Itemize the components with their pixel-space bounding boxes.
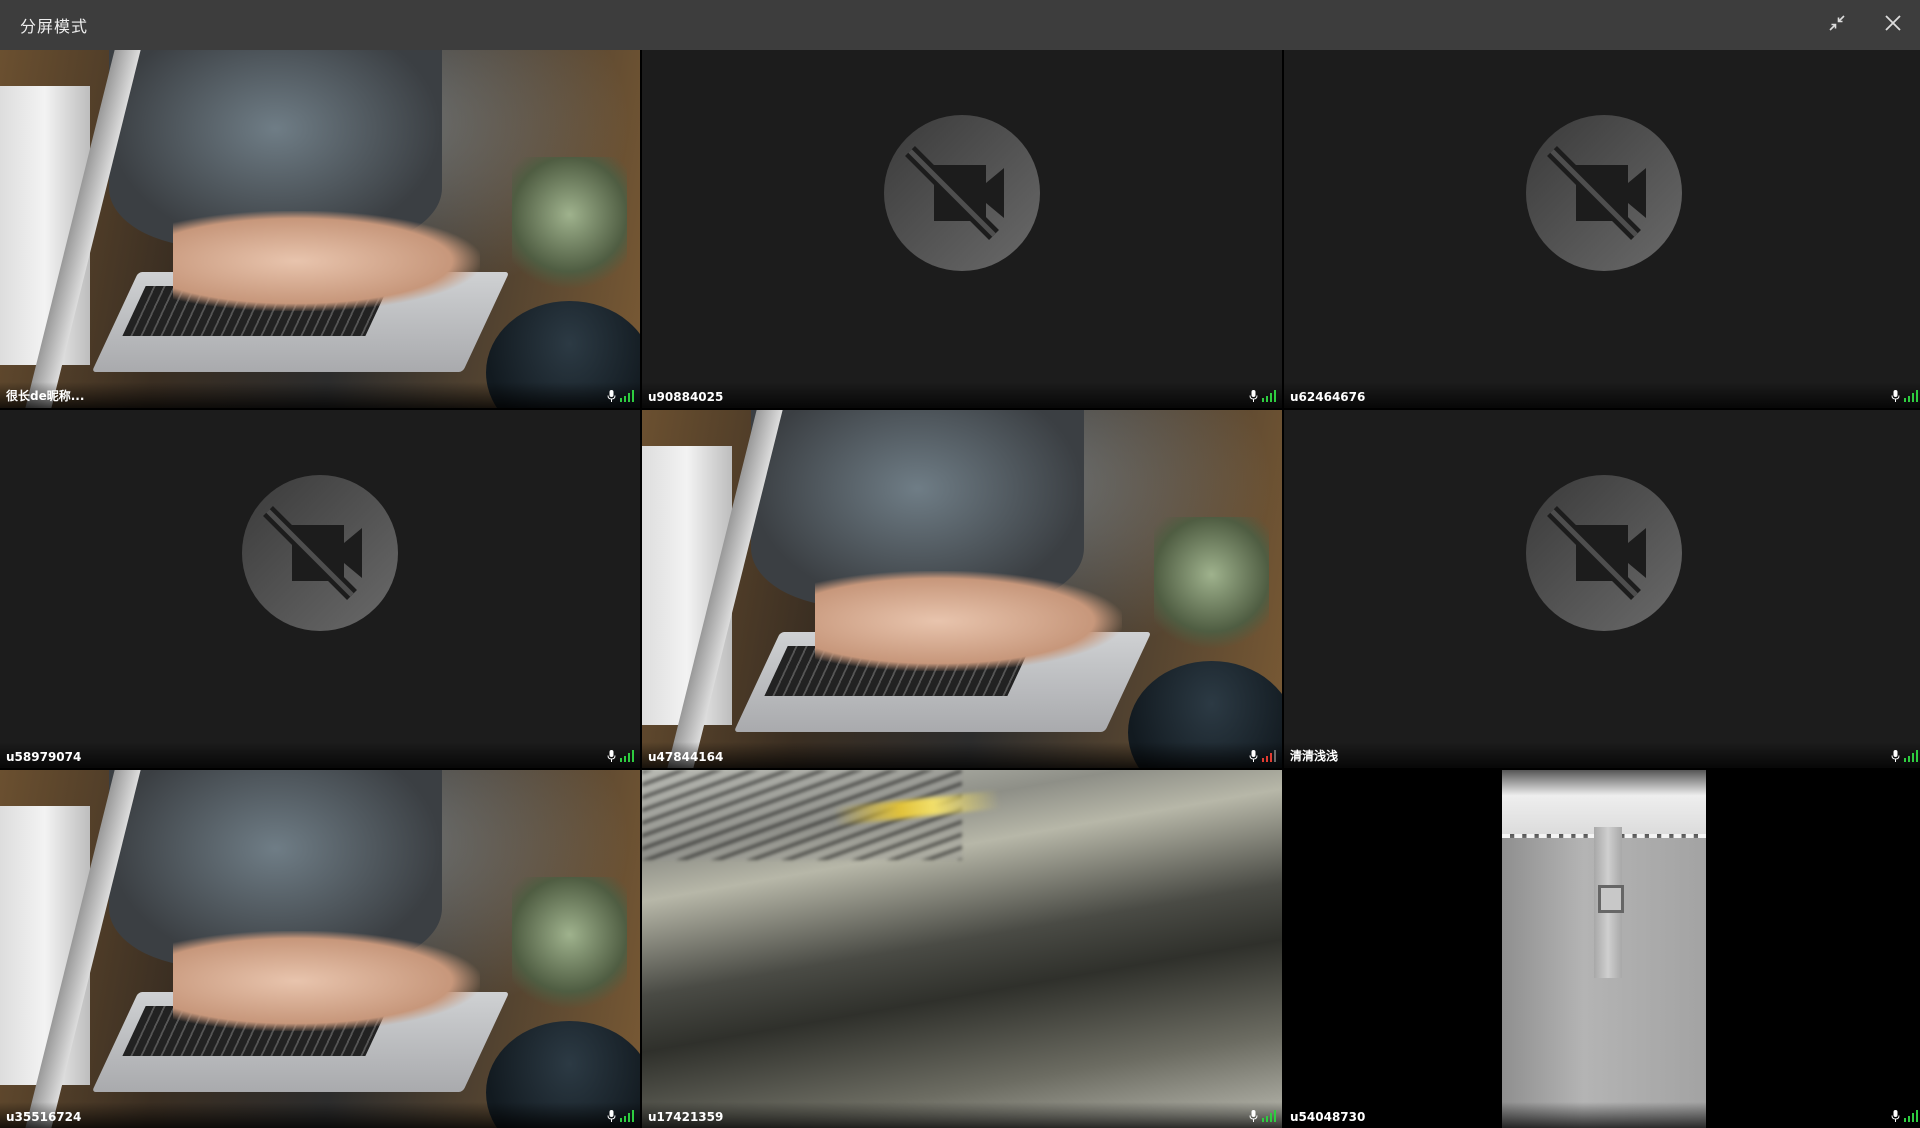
signal-strength-icon [1904, 390, 1918, 402]
microphone-icon[interactable] [1891, 1110, 1900, 1122]
participant-name: 很长de昵称... [6, 389, 85, 403]
microphone-icon[interactable] [1249, 1110, 1258, 1122]
participant-name: 清清浅浅 [1290, 749, 1339, 763]
name-bar [642, 742, 1282, 768]
participant-tile[interactable]: 很长de昵称... [0, 50, 640, 408]
video-feed [0, 50, 640, 408]
signal-strength-icon [1904, 750, 1918, 762]
signal-strength-icon [1904, 1110, 1918, 1122]
participant-status [607, 390, 634, 402]
signal-strength-icon [1262, 1110, 1276, 1122]
microphone-icon[interactable] [1891, 750, 1900, 762]
name-bar [1284, 742, 1920, 768]
participant-tile[interactable]: 清清浅浅 [1284, 410, 1920, 768]
participant-name: u47844164 [648, 750, 724, 764]
participant-tile[interactable]: u35516724 [0, 770, 640, 1128]
microphone-icon[interactable] [1249, 750, 1258, 762]
participant-name: u17421359 [648, 1110, 724, 1124]
name-bar [642, 1102, 1282, 1128]
participant-status [1891, 390, 1918, 402]
camera-off-icon [1524, 113, 1684, 273]
participant-tile[interactable]: u47844164 [642, 410, 1282, 768]
microphone-icon[interactable] [1891, 390, 1900, 402]
participant-status [1249, 750, 1276, 762]
microphone-icon[interactable] [607, 390, 616, 402]
name-bar [0, 1102, 640, 1128]
camera-off-icon [882, 113, 1042, 273]
camera-off-icon [1524, 473, 1684, 633]
name-bar [0, 382, 640, 408]
window-title: 分屏模式 [20, 17, 89, 36]
participant-status [607, 750, 634, 762]
video-feed [0, 770, 640, 1128]
video-grid: 很长de昵称... u90884025 u62464676 u58979074 … [0, 50, 1920, 1128]
microphone-icon[interactable] [1249, 390, 1258, 402]
participant-tile[interactable]: u17421359 [642, 770, 1282, 1128]
collapse-arrows-icon [1828, 14, 1846, 36]
name-bar [642, 382, 1282, 408]
participant-status [607, 1110, 634, 1122]
close-button[interactable] [1879, 11, 1907, 39]
name-bar [0, 742, 640, 768]
close-icon [1884, 14, 1902, 36]
name-bar [1284, 382, 1920, 408]
video-feed [642, 770, 1282, 1128]
title-bar: 分屏模式 [0, 0, 1920, 50]
participant-tile[interactable]: u62464676 [1284, 50, 1920, 408]
microphone-icon[interactable] [607, 750, 616, 762]
participant-tile[interactable]: u54048730 [1284, 770, 1920, 1128]
video-feed [642, 410, 1282, 768]
participant-status [1891, 1110, 1918, 1122]
participant-name: u62464676 [1290, 390, 1366, 404]
participant-tile[interactable]: u90884025 [642, 50, 1282, 408]
participant-status [1249, 1110, 1276, 1122]
participant-name: u54048730 [1290, 1110, 1366, 1124]
signal-strength-icon [620, 390, 634, 402]
video-feed [1502, 770, 1706, 1128]
participant-status [1891, 750, 1918, 762]
exit-split-button[interactable] [1823, 11, 1851, 39]
participant-name: u90884025 [648, 390, 724, 404]
microphone-icon[interactable] [607, 1110, 616, 1122]
participant-tile[interactable]: u58979074 [0, 410, 640, 768]
signal-strength-icon [620, 750, 634, 762]
participant-status [1249, 390, 1276, 402]
signal-strength-icon [1262, 390, 1276, 402]
signal-strength-icon [620, 1110, 634, 1122]
camera-off-icon [240, 473, 400, 633]
name-bar [1284, 1102, 1920, 1128]
signal-strength-icon [1262, 750, 1276, 762]
participant-name: u35516724 [6, 1110, 82, 1124]
participant-name: u58979074 [6, 750, 82, 764]
